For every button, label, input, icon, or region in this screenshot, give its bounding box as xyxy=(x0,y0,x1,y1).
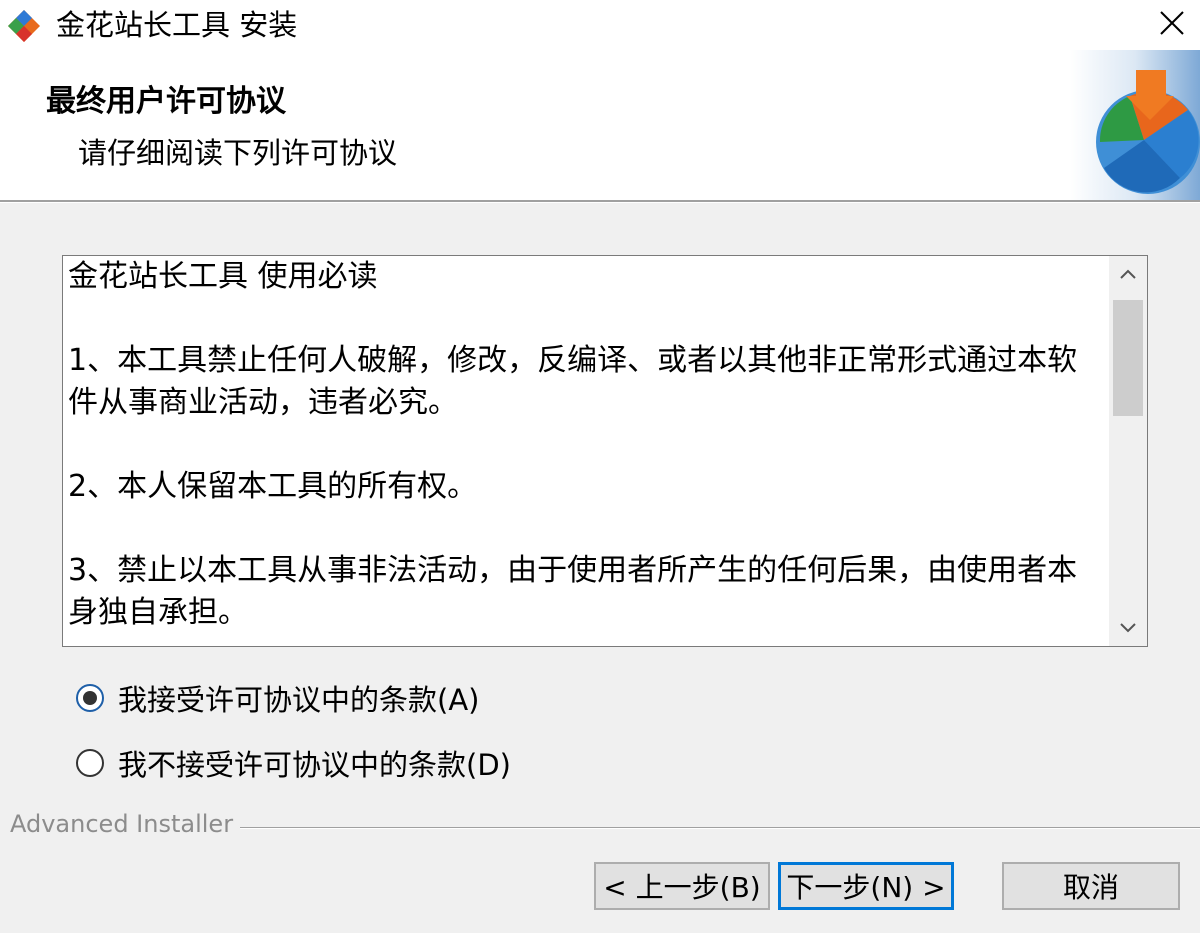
page-header: 最终用户许可协议 请仔细阅读下列许可协议 xyxy=(0,50,1200,200)
license-paragraph-2: 2、本人保留本工具的所有权。 xyxy=(68,469,478,504)
app-icon xyxy=(6,8,42,44)
window-title: 金花站长工具 安装 xyxy=(56,8,298,42)
license-textbox[interactable]: 金花站长工具 使用必读 1、本工具禁止任何人破解，修改，反编译、或者以其他非正常… xyxy=(62,255,1148,647)
installer-puzzle-logo-icon xyxy=(1070,50,1200,200)
title-bar: 金花站长工具 安装 xyxy=(0,0,1200,50)
close-icon xyxy=(1159,10,1185,40)
decline-label: 我不接受许可协议中的条款(D) xyxy=(118,748,511,782)
scroll-down-button[interactable] xyxy=(1109,610,1147,646)
cancel-button[interactable]: 取消 xyxy=(1002,862,1180,910)
page-title: 最终用户许可协议 xyxy=(46,84,286,119)
scroll-up-button[interactable] xyxy=(1109,256,1147,292)
next-button[interactable]: 下一步(N) > xyxy=(778,862,954,910)
chevron-up-icon xyxy=(1119,265,1137,284)
license-text: 金花站长工具 使用必读 1、本工具禁止任何人破解，修改，反编译、或者以其他非正常… xyxy=(68,256,1106,646)
header-separator xyxy=(0,200,1200,203)
license-scrollbar[interactable] xyxy=(1109,256,1147,646)
license-paragraph-3: 3、禁止以本工具从事非法活动，由于使用者所产生的任何后果，由使用者本身独自承担。 xyxy=(68,553,1078,630)
back-button[interactable]: < 上一步(B) xyxy=(594,862,770,910)
close-button[interactable] xyxy=(1144,0,1200,50)
accept-option[interactable]: 我接受许可协议中的条款(A) xyxy=(76,678,479,718)
license-heading: 金花站长工具 使用必读 xyxy=(68,259,378,294)
decline-option[interactable]: 我不接受许可协议中的条款(D) xyxy=(76,743,511,783)
decline-radio[interactable] xyxy=(76,749,104,777)
accept-radio[interactable] xyxy=(76,684,104,712)
license-paragraph-1: 1、本工具禁止任何人破解，修改，反编译、或者以其他非正常形式通过本软件从事商业活… xyxy=(68,343,1078,420)
chevron-down-icon xyxy=(1119,619,1137,638)
footer-separator xyxy=(240,827,1200,829)
scroll-thumb[interactable] xyxy=(1113,300,1143,416)
installer-brand: Advanced Installer xyxy=(10,810,234,838)
page-subtitle: 请仔细阅读下列许可协议 xyxy=(78,136,398,170)
accept-label: 我接受许可协议中的条款(A) xyxy=(118,683,480,717)
